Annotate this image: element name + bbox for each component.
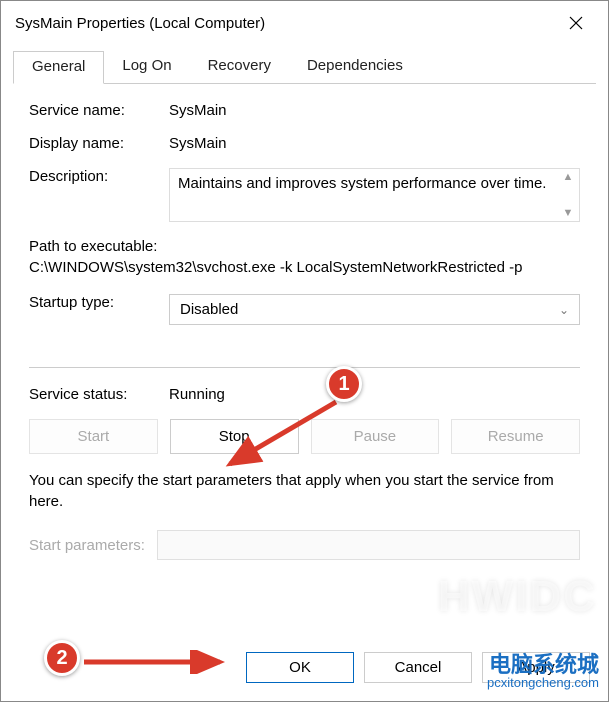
window-title: SysMain Properties (Local Computer) (15, 15, 265, 32)
watermark-brand: 电脑系统城 pcxitongcheng.com (487, 653, 599, 690)
chevron-down-icon: ⌄ (559, 303, 569, 317)
pause-button: Pause (311, 419, 440, 454)
cancel-button[interactable]: Cancel (364, 652, 472, 683)
service-control-buttons: Start Stop Pause Resume (29, 419, 580, 454)
startup-type-select[interactable]: Disabled ⌄ (169, 294, 580, 325)
watermark-url: pcxitongcheng.com (487, 676, 599, 690)
tab-log-on[interactable]: Log On (104, 51, 189, 83)
description-textbox[interactable]: Maintains and improves system performanc… (169, 168, 580, 222)
start-params-label: Start parameters: (29, 537, 145, 554)
watermark-brand-text: 电脑系统城 (489, 652, 599, 677)
tab-strip: General Log On Recovery Dependencies (13, 51, 596, 84)
stop-button[interactable]: Stop (170, 419, 299, 454)
description-text: Maintains and improves system performanc… (178, 175, 546, 192)
titlebar: SysMain Properties (Local Computer) (1, 1, 608, 45)
close-icon (569, 16, 583, 30)
tab-general[interactable]: General (13, 51, 104, 84)
description-label: Description: (29, 168, 169, 185)
close-button[interactable] (556, 7, 596, 39)
watermark-hwidc: HWIDC (438, 572, 597, 622)
annotation-callout-1: 1 (326, 366, 362, 402)
startup-type-value: Disabled (180, 301, 238, 318)
start-params-note: You can specify the start parameters tha… (29, 470, 580, 512)
divider (29, 367, 580, 368)
service-status-value: Running (169, 386, 580, 403)
start-params-input (157, 530, 580, 560)
tab-recovery[interactable]: Recovery (190, 51, 289, 83)
scroll-up-icon[interactable]: ▲ (563, 171, 574, 183)
service-name-value: SysMain (169, 102, 580, 119)
resume-button: Resume (451, 419, 580, 454)
display-name-label: Display name: (29, 135, 169, 152)
service-name-label: Service name: (29, 102, 169, 119)
display-name-value: SysMain (169, 135, 580, 152)
startup-type-label: Startup type: (29, 294, 169, 311)
path-label: Path to executable: (29, 238, 580, 255)
scroll-down-icon[interactable]: ▼ (563, 207, 574, 219)
tab-dependencies[interactable]: Dependencies (289, 51, 421, 83)
tab-content: Service name: SysMain Display name: SysM… (1, 84, 608, 642)
start-button: Start (29, 419, 158, 454)
annotation-callout-2: 2 (44, 640, 80, 676)
service-status-label: Service status: (29, 386, 169, 403)
ok-button[interactable]: OK (246, 652, 354, 683)
path-value: C:\WINDOWS\system32\svchost.exe -k Local… (29, 259, 580, 276)
description-scrollbar[interactable]: ▲ ▼ (559, 171, 577, 219)
